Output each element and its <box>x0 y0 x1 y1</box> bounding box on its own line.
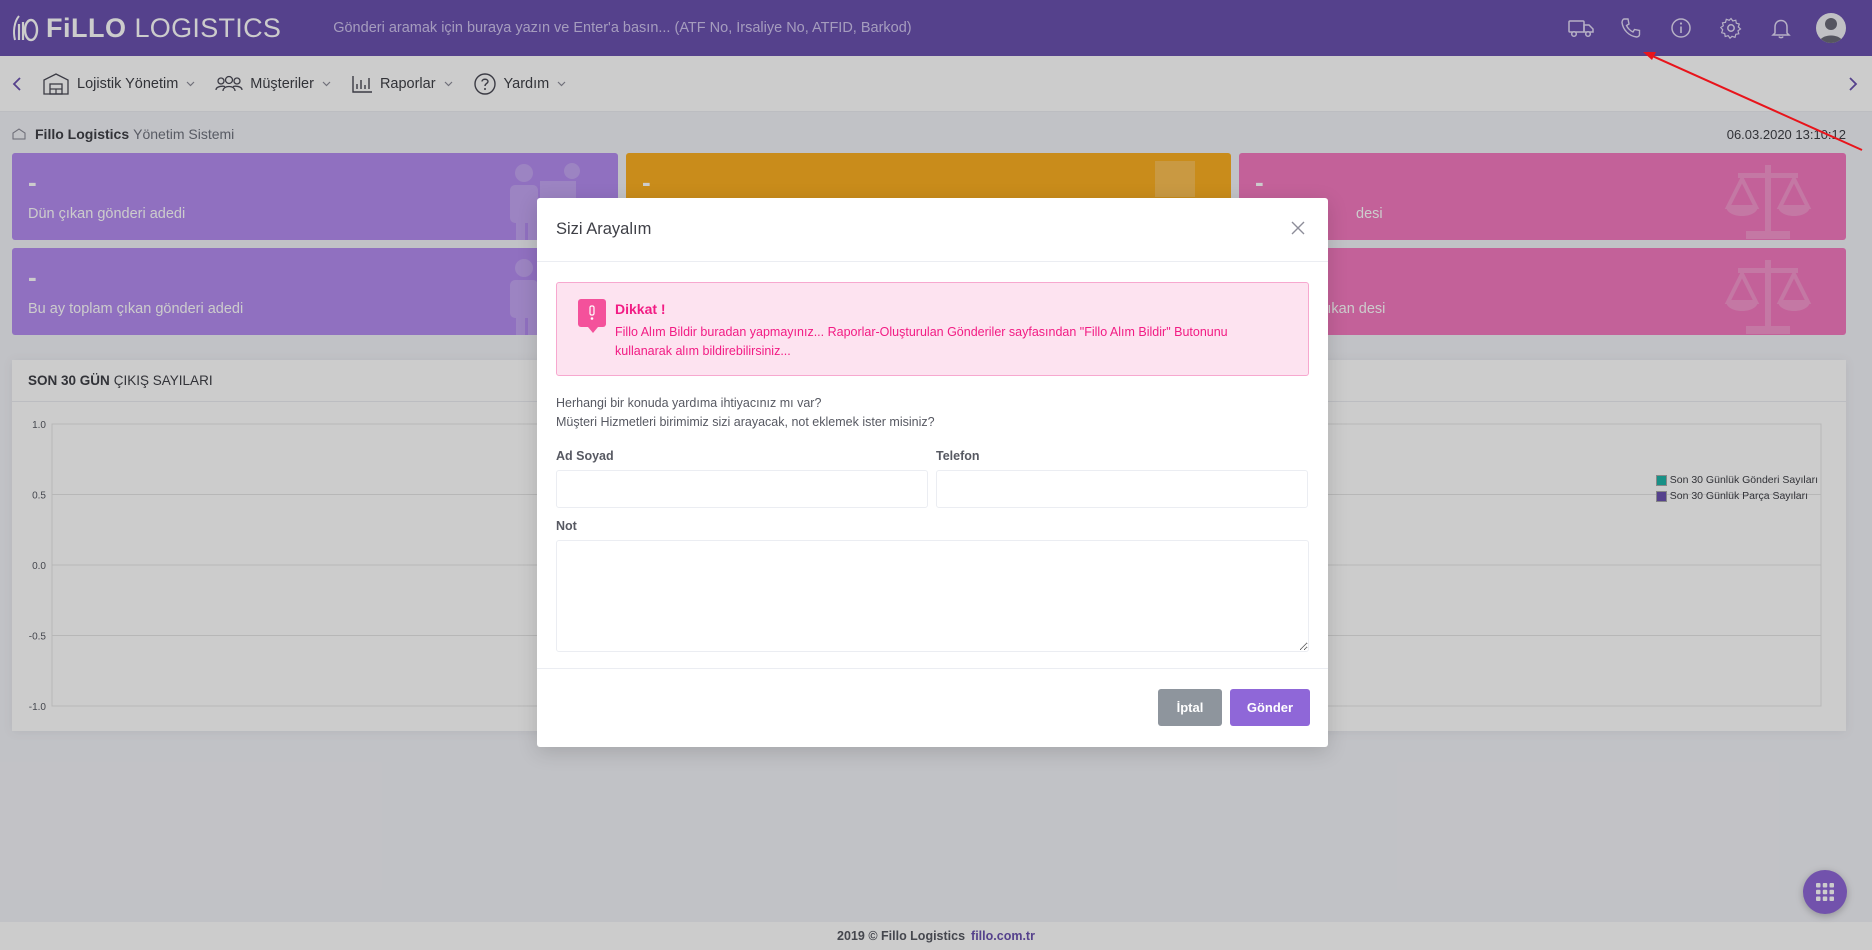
name-field[interactable] <box>556 470 928 508</box>
help-info-text: Herhangi bir konuda yardıma ihtiyacınız … <box>556 394 1309 432</box>
contact-form-row: Ad Soyad Telefon <box>556 449 1309 508</box>
send-button[interactable]: Gönder <box>1230 689 1310 726</box>
phone-label: Telefon <box>936 449 980 463</box>
cancel-button[interactable]: İptal <box>1158 689 1222 726</box>
name-form-group: Ad Soyad <box>556 449 928 508</box>
close-icon[interactable] <box>1288 218 1308 238</box>
modal-body: Dikkat ! Fillo Alım Bildir buradan yapma… <box>556 282 1309 657</box>
exclamation-icon <box>578 299 606 333</box>
warning-alert: Dikkat ! Fillo Alım Bildir buradan yapma… <box>556 282 1309 376</box>
alert-text: Fillo Alım Bildir buradan yapmayınız... … <box>615 325 1228 358</box>
call-me-modal: Sizi Arayalım Dikkat ! Fillo Alım Bildir… <box>537 198 1328 747</box>
info-line: Herhangi bir konuda yardıma ihtiyacınız … <box>556 396 822 410</box>
phone-form-group: Telefon <box>936 449 1308 508</box>
name-label: Ad Soyad <box>556 449 614 463</box>
info-line: Müşteri Hizmetleri birimimiz sizi arayac… <box>556 415 935 429</box>
modal-title: Sizi Arayalım <box>556 220 652 238</box>
note-textarea[interactable] <box>556 540 1309 652</box>
modal-header: Sizi Arayalım <box>537 198 1328 262</box>
note-form-group: Not <box>556 519 1309 657</box>
alert-title: Dikkat ! <box>615 301 666 317</box>
phone-field[interactable] <box>936 470 1308 508</box>
modal-footer: İptal Gönder <box>537 668 1328 747</box>
note-label: Not <box>556 519 577 533</box>
